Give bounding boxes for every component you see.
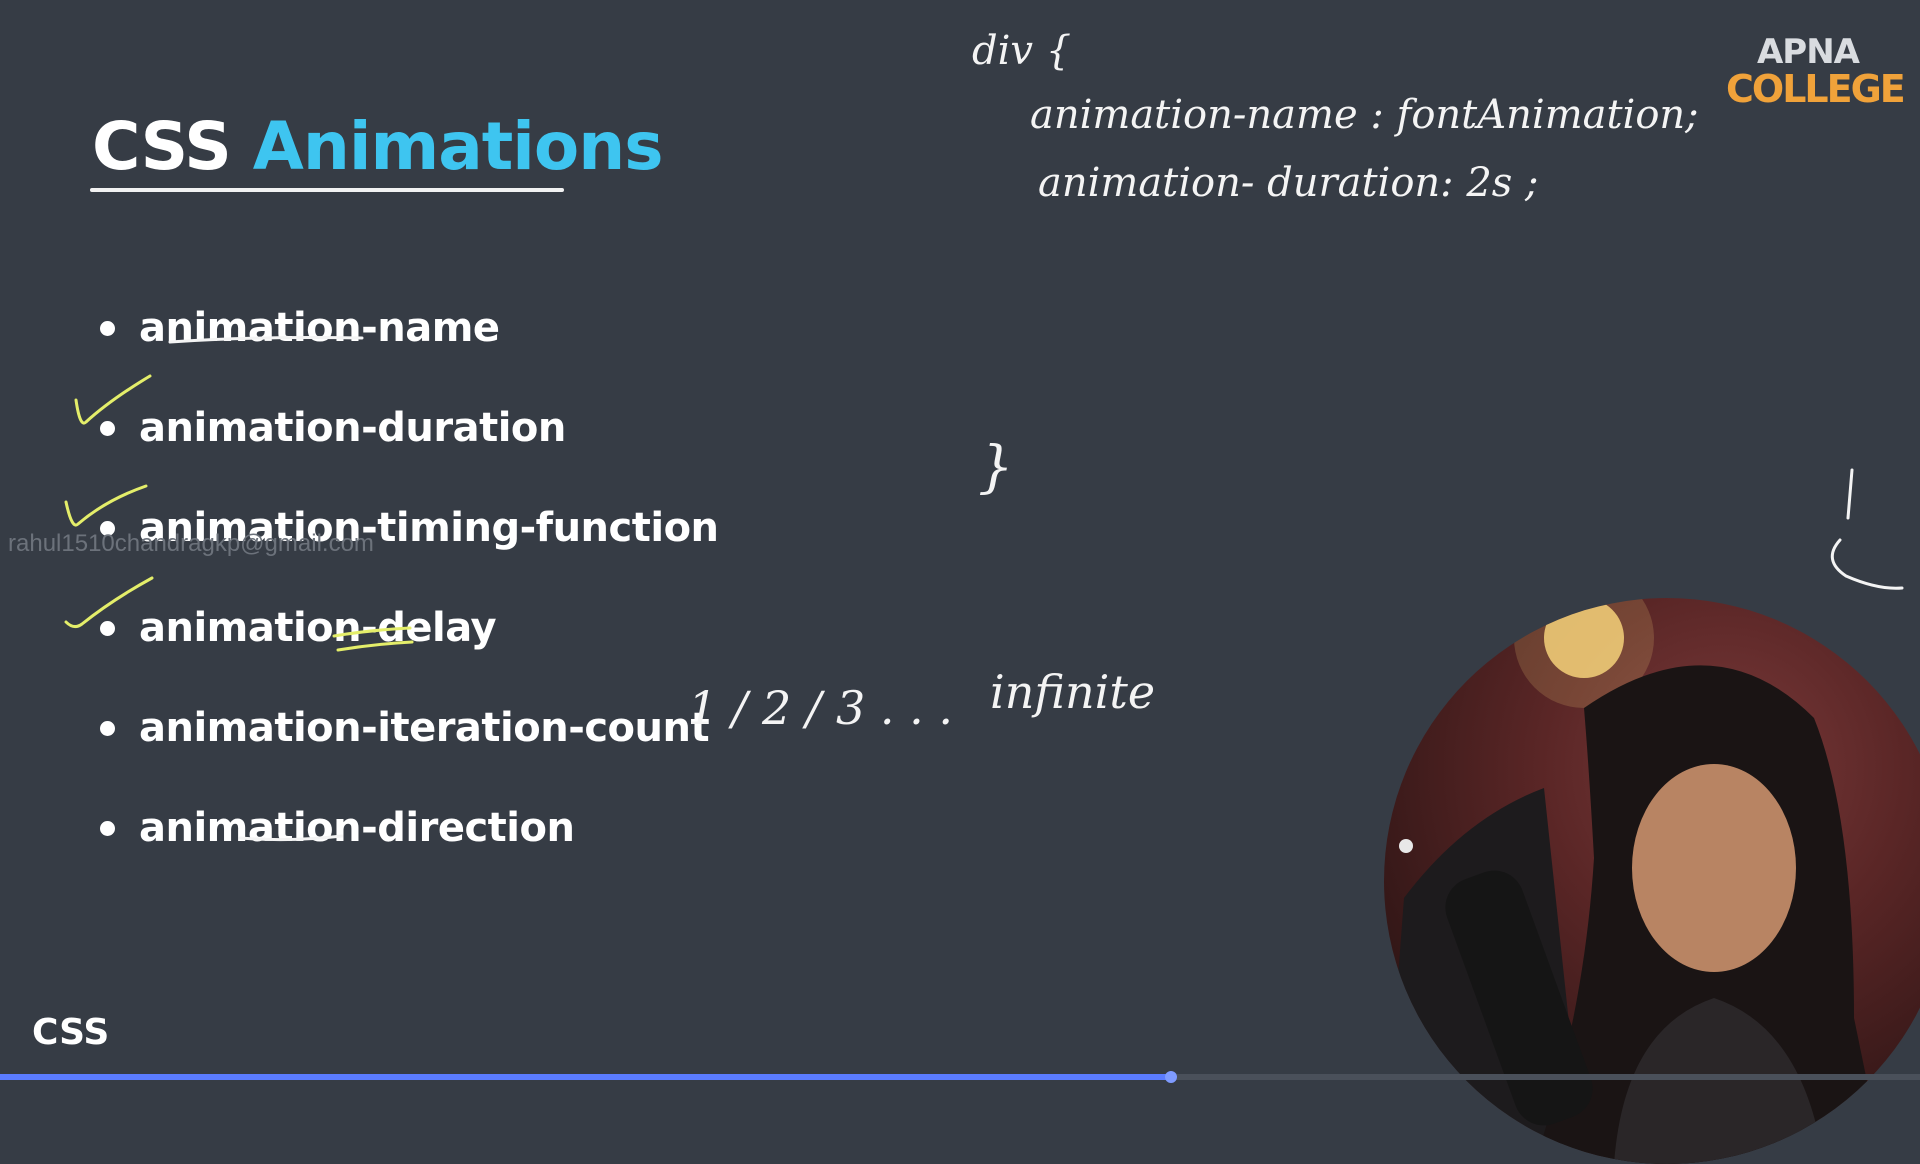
handwritten-line-duration: animation- duration: 2s ; — [1038, 160, 1539, 206]
handwritten-line-name: animation-name : fontAnimation; — [1030, 92, 1699, 138]
handwritten-selector-close: } — [978, 435, 1014, 500]
pen-stroke-mark — [1830, 538, 1904, 590]
handwritten-selector-open: div { — [972, 28, 1071, 74]
underline-mark-delay — [332, 626, 414, 652]
video-progress-bar[interactable] — [0, 1071, 1920, 1083]
handwritten-infinite: infinite — [990, 665, 1155, 719]
video-progress-fill — [0, 1074, 1172, 1080]
checkmark-icon — [74, 374, 152, 425]
handwritten-iteration-values: 1 / 2 / 3 . . . — [688, 681, 953, 735]
checkmark-icon — [64, 576, 154, 629]
underline-mark-direction — [238, 834, 344, 842]
checkmark-icon — [64, 484, 148, 527]
pen-stroke-mark — [1846, 468, 1854, 520]
video-progress-handle[interactable] — [1165, 1071, 1178, 1083]
underline-mark-name — [168, 336, 364, 344]
